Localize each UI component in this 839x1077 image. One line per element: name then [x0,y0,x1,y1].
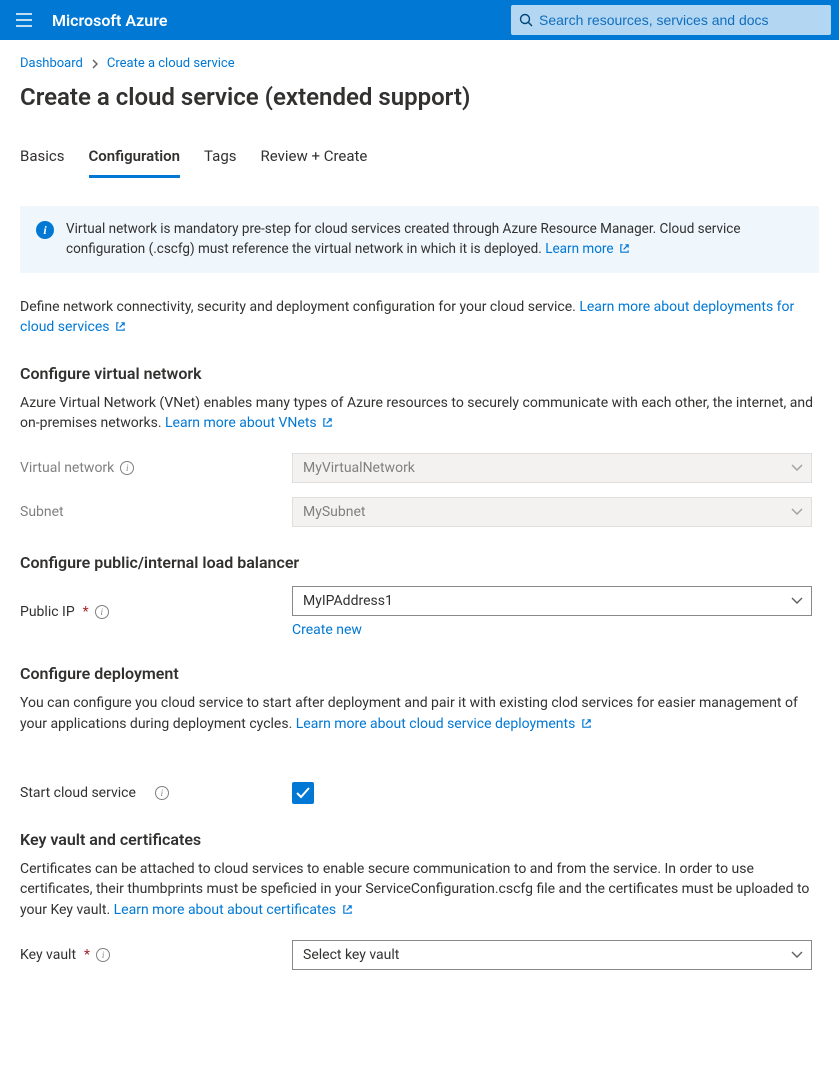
create-new-link[interactable]: Create new [292,622,362,638]
chevron-down-icon [791,951,803,959]
virtual-network-label: Virtual network i [20,460,292,476]
section-load-balancer: Configure public/internal load balancer [20,553,819,572]
external-link-icon [581,718,592,729]
subnet-label: Subnet [20,504,292,520]
search-input[interactable] [539,12,823,28]
search-box[interactable] [511,5,831,35]
external-link-icon [342,904,353,915]
breadcrumb-item-create-cloud-service[interactable]: Create a cloud service [107,56,235,71]
required-indicator: * [83,604,89,620]
external-link-icon [322,417,333,428]
section-key-vault: Key vault and certificates [20,830,819,849]
key-vault-learn-more-link[interactable]: Learn more about about certificates [114,902,353,918]
info-bar-learn-more-link[interactable]: Learn more [545,241,630,257]
deployment-learn-more-link[interactable]: Learn more about cloud service deploymen… [296,716,592,732]
breadcrumb-item-dashboard[interactable]: Dashboard [20,56,83,71]
help-icon[interactable]: i [96,948,110,962]
key-vault-select[interactable]: Select key vault [292,940,812,970]
required-indicator: * [84,947,90,963]
tab-bar: Basics Configuration Tags Review + Creat… [20,139,819,178]
deployment-description: You can configure you cloud service to s… [20,693,819,734]
virtual-network-select: MyVirtualNetwork [292,453,812,483]
vnet-learn-more-link[interactable]: Learn more about VNets [165,415,333,431]
public-ip-label: Public IP * i [20,604,292,620]
external-link-icon [619,243,630,254]
chevron-right-icon [91,59,99,69]
info-bar: i Virtual network is mandatory pre-step … [20,206,819,273]
subnet-select: MySubnet [292,497,812,527]
start-cloud-service-label: Start cloud service i [20,785,292,801]
top-bar: Microsoft Azure [0,0,839,40]
help-icon[interactable]: i [95,605,109,619]
help-icon[interactable]: i [155,786,169,800]
search-icon [519,13,533,27]
brand-label: Microsoft Azure [52,11,167,30]
info-bar-text: Virtual network is mandatory pre-step fo… [66,220,803,259]
intro-text: Define network connectivity, security an… [20,297,819,338]
start-cloud-service-checkbox[interactable] [292,782,314,804]
menu-icon[interactable] [8,4,40,36]
public-ip-select[interactable]: MyIPAddress1 [292,586,812,616]
section-virtual-network: Configure virtual network [20,364,819,383]
page-title: Create a cloud service (extended support… [20,83,819,111]
tab-review-create[interactable]: Review + Create [261,139,368,178]
key-vault-description: Certificates can be attached to cloud se… [20,859,819,920]
chevron-down-icon [791,597,803,605]
tab-tags[interactable]: Tags [204,139,236,178]
chevron-down-icon [791,508,803,516]
vnet-description: Azure Virtual Network (VNet) enables man… [20,393,819,434]
info-icon: i [36,221,54,239]
tab-basics[interactable]: Basics [20,139,65,178]
tab-configuration[interactable]: Configuration [89,139,181,178]
external-link-icon [115,321,126,332]
key-vault-label: Key vault * i [20,947,292,963]
section-deployment: Configure deployment [20,664,819,683]
breadcrumb: Dashboard Create a cloud service [20,56,819,71]
chevron-down-icon [791,464,803,472]
help-icon[interactable]: i [120,461,134,475]
